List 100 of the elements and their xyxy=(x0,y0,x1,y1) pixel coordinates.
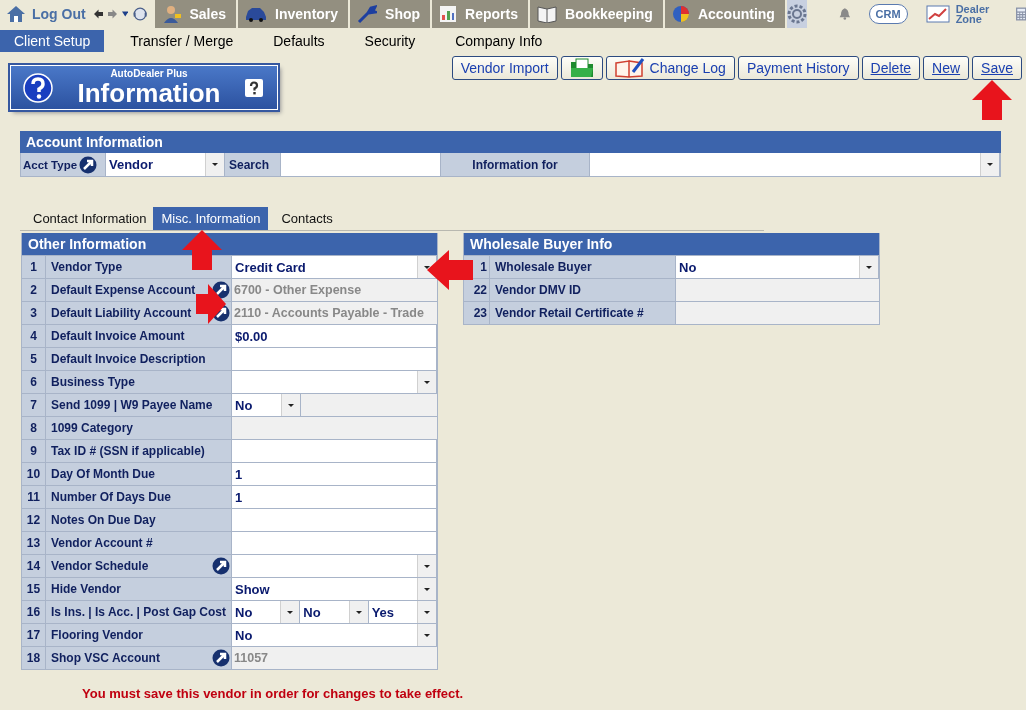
tab[interactable]: Contact Information xyxy=(20,207,154,230)
back-arrow-icon[interactable] xyxy=(93,7,103,21)
row-number: 3 xyxy=(22,302,46,324)
row-number: 7 xyxy=(22,394,46,416)
caret-icon xyxy=(424,265,430,269)
field-label: Tax ID # (SSN if applicable) xyxy=(46,440,232,462)
link-arrow-icon[interactable] xyxy=(212,649,230,667)
logout-link[interactable]: Log Out xyxy=(0,5,94,23)
caret-icon xyxy=(424,587,430,591)
chart-card-icon xyxy=(925,5,950,23)
select-field[interactable] xyxy=(232,555,437,577)
caret-icon xyxy=(212,163,218,166)
input-field[interactable] xyxy=(232,440,437,462)
settings-icon[interactable] xyxy=(786,4,807,24)
row-number: 1 xyxy=(22,256,46,278)
row-number: 8 xyxy=(22,417,46,439)
row-number: 17 xyxy=(22,624,46,646)
select-field[interactable] xyxy=(232,371,437,393)
input-field[interactable]: 1 xyxy=(232,463,437,485)
change-log-button[interactable]: Change Log xyxy=(605,56,735,80)
field-label: Default Invoice Amount xyxy=(46,325,232,347)
field-label: Vendor Type xyxy=(46,256,232,278)
field-label: Hide Vendor xyxy=(46,578,232,600)
section-header: Wholesale Buyer Info xyxy=(464,233,879,255)
subtab[interactable]: Security xyxy=(350,30,430,52)
field-label: Is Ins. | Is Acc. | Post Gap Cost xyxy=(46,601,232,623)
select-field[interactable]: No xyxy=(676,256,879,278)
readonly-field: 6700 - Other Expense xyxy=(232,279,437,301)
page-title: Information xyxy=(77,79,221,107)
caret-icon xyxy=(424,380,430,384)
select-field[interactable]: No xyxy=(300,601,369,623)
select-field[interactable]: No xyxy=(232,624,437,646)
readonly-field: 2110 - Accounts Payable - Trade xyxy=(232,302,437,324)
caret-icon[interactable] xyxy=(121,10,129,18)
readonly-field: 11057 xyxy=(232,647,437,669)
help-icon[interactable] xyxy=(23,72,53,103)
field-label: Vendor Account # xyxy=(46,532,232,554)
link-arrow-icon[interactable] xyxy=(212,557,230,575)
person-icon xyxy=(161,4,182,24)
field-label: Flooring Vendor xyxy=(46,624,232,646)
folder-icon xyxy=(569,58,594,78)
row-number: 13 xyxy=(22,532,46,554)
subtab[interactable]: Transfer / Merge xyxy=(116,30,248,52)
toolbar-button[interactable]: Payment History xyxy=(737,56,859,80)
tab[interactable]: Misc. Information xyxy=(153,207,269,230)
input-field[interactable]: $0.00 xyxy=(232,325,437,347)
field-label: Default Invoice Description xyxy=(46,348,232,370)
help-icon[interactable] xyxy=(245,78,263,97)
notebook-pen-icon xyxy=(614,58,645,78)
acct-type-select[interactable]: Vendor xyxy=(106,153,225,176)
caret-icon xyxy=(355,610,362,614)
toolbar-button[interactable]: Save xyxy=(972,56,1022,80)
annotation-arrow xyxy=(196,284,226,324)
field-label: Vendor Schedule xyxy=(46,555,232,577)
section-header: Other Information xyxy=(22,233,437,255)
subtab[interactable]: Client Setup xyxy=(0,30,105,52)
row-number: 2 xyxy=(22,279,46,301)
row-number: 15 xyxy=(22,578,46,600)
pie-chart-icon xyxy=(671,5,690,23)
toolbar-button[interactable]: New xyxy=(923,56,970,80)
caret-icon xyxy=(424,633,430,637)
select-field[interactable]: No xyxy=(232,394,301,416)
field-label: Vendor DMV ID xyxy=(490,279,676,301)
toolbar-button[interactable]: Delete xyxy=(861,56,921,80)
crm-button[interactable]: CRM xyxy=(868,4,908,24)
brand-label: AutoDealer Plus xyxy=(110,68,188,79)
search-field[interactable] xyxy=(281,153,441,176)
field-label: Wholesale Buyer xyxy=(490,256,676,278)
warning-message: You must save this vendor in order for changes to take effect. xyxy=(82,686,465,701)
caret-icon xyxy=(866,265,872,269)
row-number: 10 xyxy=(22,463,46,485)
field-label: Number Of Days Due xyxy=(46,486,232,508)
field-label: Notes On Due Day xyxy=(46,509,232,531)
caret-icon xyxy=(987,163,993,166)
tab[interactable]: Contacts xyxy=(268,207,340,230)
subtab[interactable]: Company Info xyxy=(441,30,557,52)
row-number: 12 xyxy=(22,509,46,531)
subtab[interactable]: Defaults xyxy=(259,30,339,52)
row-number: 23 xyxy=(464,302,490,324)
select-field[interactable]: No xyxy=(232,601,301,623)
select-field[interactable]: Credit Card xyxy=(232,256,437,278)
select-field[interactable]: Yes xyxy=(368,601,437,623)
input-field[interactable] xyxy=(232,509,437,531)
annotation-arrow xyxy=(427,250,473,290)
select-field[interactable]: Show xyxy=(232,578,437,600)
field-label: Shop VSC Account xyxy=(46,647,232,669)
book-icon xyxy=(537,5,557,23)
input-field[interactable] xyxy=(232,532,437,554)
toolbar-button[interactable]: Vendor Import xyxy=(451,56,558,80)
folder-button[interactable] xyxy=(560,56,603,80)
input-field[interactable]: 1 xyxy=(232,486,437,508)
annotation-arrow xyxy=(972,80,1012,120)
dealer-zone-link[interactable]: Dealer Zone xyxy=(925,4,996,24)
field-label: Day Of Month Due xyxy=(46,463,232,485)
row-number: 18 xyxy=(22,647,46,669)
input-field[interactable] xyxy=(232,348,437,370)
row-number: 16 xyxy=(22,601,46,623)
search-label: Search xyxy=(225,153,281,176)
info-for-label: Information for xyxy=(441,153,590,176)
section-header: Account Information xyxy=(20,131,1001,153)
